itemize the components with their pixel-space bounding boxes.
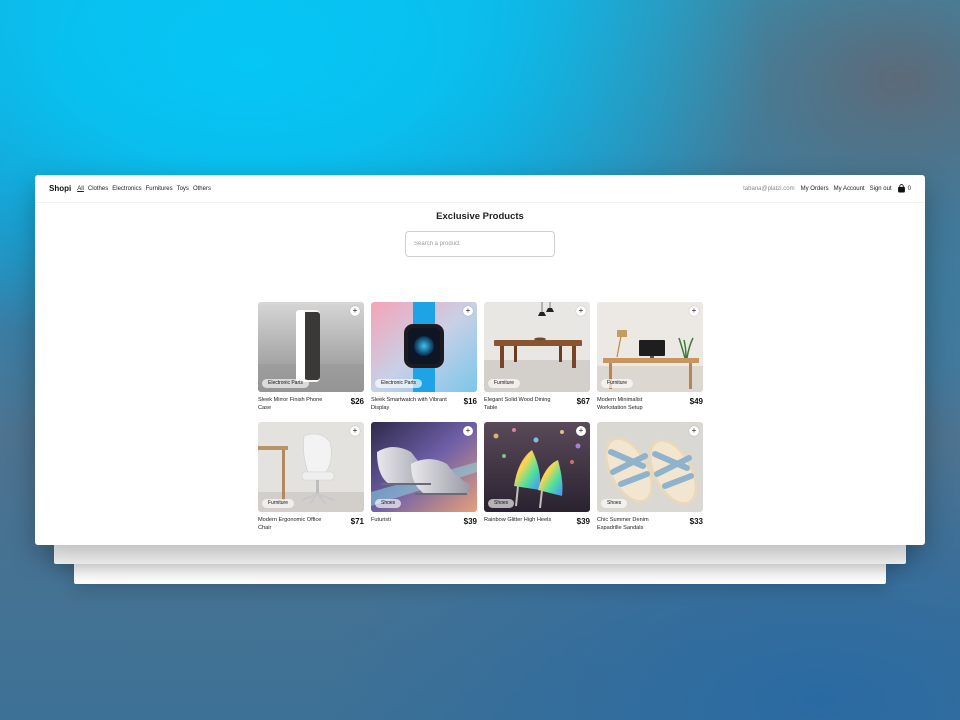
- product-name: Chic Summer Denim Espadrille Sandals: [597, 517, 649, 531]
- product-name: Sleek Smartwatch with Vibrant Display: [371, 397, 447, 411]
- navbar: Shopi All Clothes Electronics Furnitures…: [35, 175, 925, 203]
- add-to-cart-button[interactable]: +: [463, 306, 473, 316]
- product-price: $67: [576, 397, 590, 406]
- product-name: Modern Ergonomic Office Chair: [258, 517, 322, 531]
- product-price: $39: [576, 517, 590, 526]
- category-badge: Furniture: [488, 379, 521, 388]
- search-input[interactable]: [405, 231, 555, 257]
- add-to-cart-button[interactable]: +: [350, 426, 360, 436]
- brand-logo[interactable]: Shopi: [49, 184, 71, 193]
- sign-out-link[interactable]: Sign out: [870, 186, 892, 192]
- product-price: $49: [689, 397, 703, 406]
- product-card[interactable]: Electronic Parts + Sleek Smartwatch with…: [371, 302, 477, 420]
- product-card[interactable]: Electronic Parts + Sleek Mirror Finish P…: [258, 302, 364, 420]
- product-price: $71: [350, 517, 364, 526]
- product-price: $39: [463, 517, 477, 526]
- nav-category-others[interactable]: Others: [193, 186, 211, 192]
- my-account-link[interactable]: My Account: [834, 186, 865, 192]
- product-name: Futuristi: [371, 517, 391, 523]
- browser-window: Shopi All Clothes Electronics Furnitures…: [35, 175, 925, 545]
- cart-button[interactable]: 0: [897, 180, 911, 198]
- cart-count: 0: [907, 185, 911, 192]
- nav-category-electronics[interactable]: Electronics: [112, 186, 141, 192]
- my-orders-link[interactable]: My Orders: [801, 186, 829, 192]
- nav-category-all[interactable]: All: [77, 186, 84, 192]
- product-name: Sleek Mirror Finish Phone Case: [258, 397, 323, 411]
- category-badge: Shoes: [375, 499, 402, 508]
- page-title: Exclusive Products: [436, 211, 524, 222]
- product-card[interactable]: Furniture + Modern Ergonomic Office Chai…: [258, 422, 364, 540]
- nav-category-furnitures[interactable]: Furnitures: [146, 186, 173, 192]
- add-to-cart-button[interactable]: +: [576, 306, 586, 316]
- add-to-cart-button[interactable]: +: [689, 426, 699, 436]
- add-to-cart-button[interactable]: +: [576, 426, 586, 436]
- product-price: $33: [689, 517, 703, 526]
- add-to-cart-button[interactable]: +: [689, 306, 699, 316]
- product-name: Rainbow Glitter High Heels: [484, 517, 552, 523]
- shopping-bag-icon: [897, 180, 906, 198]
- category-badge: Shoes: [488, 499, 515, 508]
- product-name: Modern Minimalist Workstation Setup: [597, 397, 643, 411]
- product-card[interactable]: Shoes + Rainbow Glitter High Heels $39: [484, 422, 590, 540]
- nav-category-clothes[interactable]: Clothes: [88, 186, 108, 192]
- user-email: tabana@platzi.com: [743, 185, 795, 192]
- product-card[interactable]: Shoes + Futuristi $39: [371, 422, 477, 540]
- nav-right: tabana@platzi.com My Orders My Account S…: [743, 180, 911, 198]
- category-badge: Shoes: [601, 499, 628, 508]
- nav-category-toys[interactable]: Toys: [177, 186, 189, 192]
- category-badge: Electronic Parts: [375, 379, 423, 388]
- product-name: Elegant Solid Wood Dining Table: [484, 397, 551, 411]
- add-to-cart-button[interactable]: +: [463, 426, 473, 436]
- product-card[interactable]: Shoes + Chic Summer Denim Espadrille San…: [597, 422, 703, 540]
- product-card[interactable]: Furniture + Modern Minimalist Workstatio…: [597, 302, 703, 420]
- product-price: $26: [350, 397, 364, 406]
- nav-left: Shopi All Clothes Electronics Furnitures…: [49, 184, 215, 193]
- product-price: $16: [463, 397, 477, 406]
- product-card[interactable]: Furniture + Elegant Solid Wood Dining Ta…: [484, 302, 590, 420]
- category-badge: Furniture: [601, 379, 634, 388]
- add-to-cart-button[interactable]: +: [350, 306, 360, 316]
- category-badge: Electronic Parts: [262, 379, 310, 388]
- category-badge: Furniture: [262, 499, 295, 508]
